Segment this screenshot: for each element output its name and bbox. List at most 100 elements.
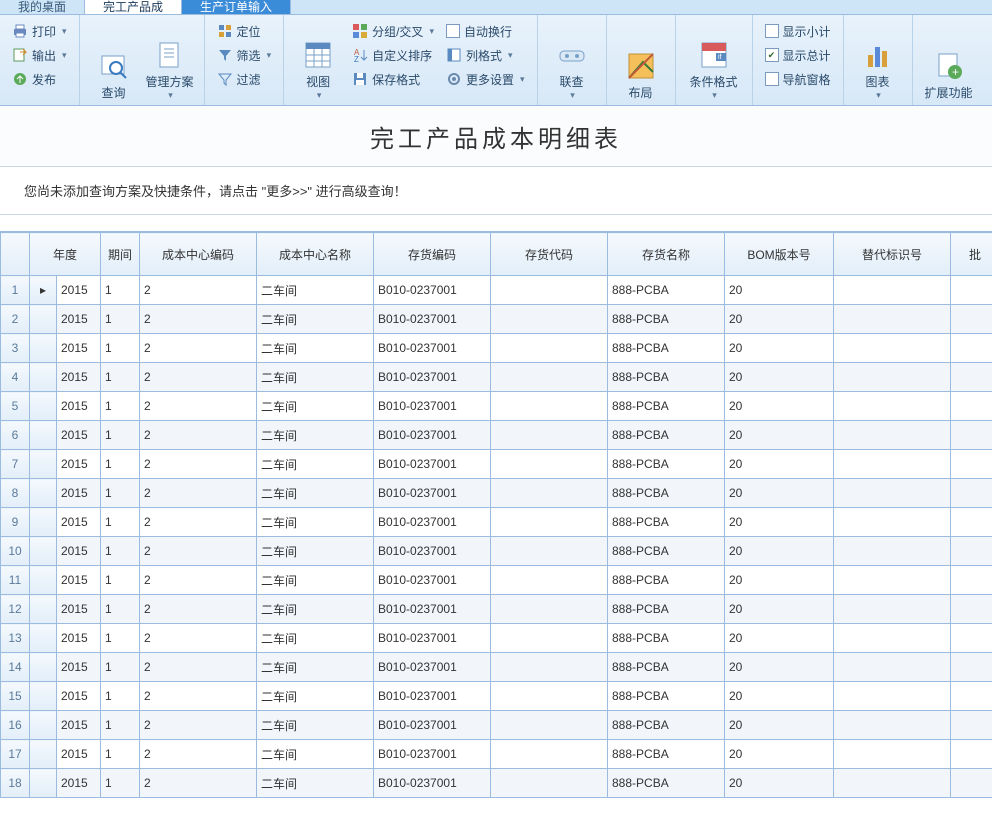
nav-label: 导航窗格 [783, 71, 831, 88]
filter-button[interactable]: 筛选▾ [215, 45, 274, 65]
cell-year: 2015 [57, 334, 101, 363]
nav-pane-check[interactable]: 导航窗格 [763, 69, 833, 89]
cell-invname: 888-PCBA [608, 450, 725, 479]
table-row[interactable]: 18201512二车间B010-0237001888-PCBA20 [1, 769, 992, 798]
table-row[interactable]: 8201512二车间B010-0237001888-PCBA20 [1, 479, 992, 508]
show-subtotal-check[interactable]: 显示小计 [763, 21, 833, 41]
cell-invcode: B010-0237001 [374, 682, 491, 711]
cell-period: 1 [101, 537, 140, 566]
col-inventory-code[interactable]: 存货编码 [374, 233, 491, 276]
table-row[interactable]: 12201512二车间B010-0237001888-PCBA20 [1, 595, 992, 624]
tab-finished-cost[interactable]: 完工产品成 [85, 0, 182, 14]
row-marker [30, 624, 57, 653]
publish-button[interactable]: 发布 [10, 69, 69, 89]
row-marker [30, 682, 57, 711]
cell-last [951, 682, 992, 711]
scheme-button[interactable]: 管理方案▾ [142, 19, 198, 101]
cell-invcode: B010-0237001 [374, 450, 491, 479]
chart-icon [862, 39, 894, 71]
cond-format-button[interactable]: if 条件格式▾ [682, 19, 746, 101]
cell-invcode2 [491, 740, 608, 769]
col-rownum[interactable] [1, 233, 30, 276]
table-row[interactable]: 13201512二车间B010-0237001888-PCBA20 [1, 624, 992, 653]
autowrap-check[interactable]: 自动换行 [444, 21, 527, 41]
cell-invname: 888-PCBA [608, 363, 725, 392]
cell-last [951, 305, 992, 334]
view-button[interactable]: 视图▾ [290, 19, 346, 101]
col-year[interactable]: 年度 [30, 233, 101, 276]
table-row[interactable]: 2201512二车间B010-0237001888-PCBA20 [1, 305, 992, 334]
cell-period: 1 [101, 624, 140, 653]
scheme-icon [154, 39, 186, 71]
cell-invcode: B010-0237001 [374, 334, 491, 363]
row-number: 7 [1, 450, 30, 479]
cell-ccname: 二车间 [257, 450, 374, 479]
autowrap-label: 自动换行 [464, 23, 512, 40]
cell-invname: 888-PCBA [608, 595, 725, 624]
chart-button[interactable]: 图表▾ [850, 19, 906, 101]
link-button[interactable]: 联查▾ [544, 19, 600, 101]
row-number: 18 [1, 769, 30, 798]
layout-button[interactable]: 布局 [613, 19, 669, 101]
extend-icon: + [933, 50, 965, 82]
cell-period: 1 [101, 276, 140, 305]
dropdown-icon: ▾ [508, 50, 513, 61]
save-format-button[interactable]: 保存格式 [350, 69, 436, 89]
dropdown-icon: ▾ [267, 50, 272, 61]
cell-invname: 888-PCBA [608, 276, 725, 305]
scheme-label: 管理方案 [146, 73, 194, 90]
group-button[interactable]: 分组/交叉▾ [350, 21, 436, 41]
cell-last [951, 508, 992, 537]
col-cost-center-name[interactable]: 成本中心名称 [257, 233, 374, 276]
search-button[interactable]: 查询 [86, 19, 142, 101]
table-row[interactable]: 14201512二车间B010-0237001888-PCBA20 [1, 653, 992, 682]
dropdown-icon: ▾ [876, 90, 881, 101]
cell-invcode: B010-0237001 [374, 653, 491, 682]
table-row[interactable]: 17201512二车间B010-0237001888-PCBA20 [1, 740, 992, 769]
cell-bom: 20 [725, 653, 834, 682]
cell-last [951, 537, 992, 566]
table-row[interactable]: 11201512二车间B010-0237001888-PCBA20 [1, 566, 992, 595]
export-button[interactable]: 输出▾ [10, 45, 69, 65]
table-row[interactable]: 6201512二车间B010-0237001888-PCBA20 [1, 421, 992, 450]
col-cost-center-code[interactable]: 成本中心编码 [140, 233, 257, 276]
tab-production-order[interactable]: 生产订单输入 [182, 0, 291, 14]
more-settings-button[interactable]: 更多设置▾ [444, 69, 527, 89]
col-bom[interactable]: BOM版本号 [725, 233, 834, 276]
table-row[interactable]: 3201512二车间B010-0237001888-PCBA20 [1, 334, 992, 363]
cell-ccname: 二车间 [257, 653, 374, 682]
sort-icon: AZ [352, 47, 368, 63]
checkbox-checked-icon: ✔ [765, 48, 779, 62]
extend-button[interactable]: + 扩展功能 [919, 19, 979, 101]
cell-ccname: 二车间 [257, 508, 374, 537]
table-row[interactable]: 10201512二车间B010-0237001888-PCBA20 [1, 537, 992, 566]
cell-last [951, 276, 992, 305]
sort-button[interactable]: AZ自定义排序 [350, 45, 436, 65]
filter2-button[interactable]: 过滤 [215, 69, 274, 89]
locate-button[interactable]: 定位 [215, 21, 274, 41]
table-row[interactable]: 16201512二车间B010-0237001888-PCBA20 [1, 711, 992, 740]
colfmt-button[interactable]: 列格式▾ [444, 45, 527, 65]
table-row[interactable]: 5201512二车间B010-0237001888-PCBA20 [1, 392, 992, 421]
table-row[interactable]: 4201512二车间B010-0237001888-PCBA20 [1, 363, 992, 392]
col-inventory-code2[interactable]: 存货代码 [491, 233, 608, 276]
col-inventory-name[interactable]: 存货名称 [608, 233, 725, 276]
data-grid[interactable]: 年度 期间 成本中心编码 成本中心名称 存货编码 存货代码 存货名称 BOM版本… [0, 231, 992, 798]
cell-period: 1 [101, 479, 140, 508]
table-row[interactable]: 7201512二车间B010-0237001888-PCBA20 [1, 450, 992, 479]
col-period[interactable]: 期间 [101, 233, 140, 276]
locate-label: 定位 [237, 23, 261, 40]
cell-invname: 888-PCBA [608, 769, 725, 798]
col-sub[interactable]: 替代标识号 [834, 233, 951, 276]
show-total-check[interactable]: ✔显示总计 [763, 45, 833, 65]
cell-sub [834, 450, 951, 479]
publish-label: 发布 [32, 71, 56, 88]
table-row[interactable]: 15201512二车间B010-0237001888-PCBA20 [1, 682, 992, 711]
cell-bom: 20 [725, 276, 834, 305]
print-button[interactable]: 打印▾ [10, 21, 69, 41]
tab-desktop[interactable]: 我的桌面 [0, 0, 85, 14]
table-row[interactable]: 1▸201512二车间B010-0237001888-PCBA20 [1, 276, 992, 305]
cell-year: 2015 [57, 276, 101, 305]
table-row[interactable]: 9201512二车间B010-0237001888-PCBA20 [1, 508, 992, 537]
col-batch[interactable]: 批 [951, 233, 992, 276]
